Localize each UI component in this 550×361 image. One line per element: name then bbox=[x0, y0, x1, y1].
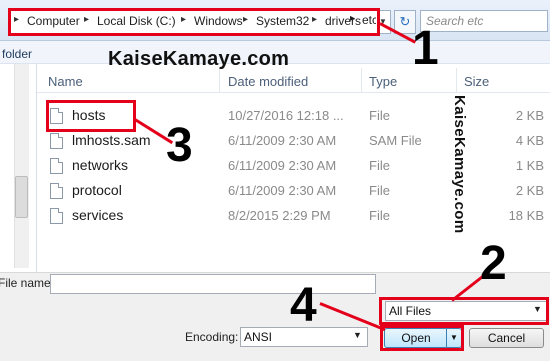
cancel-button[interactable]: Cancel bbox=[469, 328, 544, 348]
file-name: protocol bbox=[72, 182, 122, 198]
nav-scrollbar[interactable] bbox=[14, 64, 29, 268]
file-name: networks bbox=[72, 157, 129, 173]
file-date: 6/11/2009 2:30 AM bbox=[228, 158, 337, 173]
file-type: File bbox=[369, 108, 390, 123]
file-type: File bbox=[369, 158, 390, 173]
file-date: 6/11/2009 2:30 AM bbox=[228, 183, 337, 198]
file-icon bbox=[50, 208, 63, 224]
watermark-text-vertical: KaiseKamaye.com bbox=[451, 95, 468, 234]
encoding-value: ANSI bbox=[244, 330, 273, 344]
column-name[interactable]: Name bbox=[48, 74, 83, 89]
file-name-field[interactable] bbox=[50, 274, 376, 294]
file-date: 8/2/2015 2:29 PM bbox=[228, 208, 331, 223]
callout-number-1: 1 bbox=[412, 22, 439, 75]
column-divider[interactable] bbox=[456, 68, 457, 92]
file-icon bbox=[50, 158, 63, 174]
column-size[interactable]: Size bbox=[464, 74, 489, 89]
file-size: 2 KB bbox=[515, 108, 544, 123]
column-type[interactable]: Type bbox=[369, 74, 397, 89]
file-type: SAM File bbox=[369, 133, 422, 148]
file-row-networks[interactable]: networks 6/11/2009 2:30 AM File 1 KB bbox=[40, 155, 550, 179]
file-type: File bbox=[369, 183, 390, 198]
callout-box-filetype bbox=[379, 297, 549, 325]
column-divider[interactable] bbox=[219, 68, 220, 92]
file-name: lmhosts.sam bbox=[72, 132, 151, 148]
file-icon bbox=[50, 133, 63, 149]
file-name: services bbox=[72, 207, 124, 223]
file-row-services[interactable]: services 8/2/2015 2:29 PM File 18 KB bbox=[40, 205, 550, 229]
file-type: File bbox=[369, 208, 390, 223]
file-date: 10/27/2016 12:18 ... bbox=[228, 108, 344, 123]
callout-number-4: 4 bbox=[290, 279, 317, 332]
watermark-text: KaiseKamaye.com bbox=[108, 48, 290, 70]
file-icon bbox=[50, 183, 63, 199]
column-divider[interactable] bbox=[361, 68, 362, 92]
file-size: 2 KB bbox=[515, 183, 544, 198]
callout-box-hosts bbox=[46, 100, 136, 132]
file-size: 1 KB bbox=[515, 158, 544, 173]
chevron-down-icon[interactable]: ▼ bbox=[353, 330, 362, 340]
column-header-row: Name Date modified Type Size bbox=[37, 68, 550, 93]
callout-number-2: 2 bbox=[480, 237, 507, 290]
callout-box-address bbox=[8, 8, 380, 36]
file-row-lmhosts[interactable]: lmhosts.sam 6/11/2009 2:30 AM SAM File 4… bbox=[40, 130, 550, 154]
callout-number-3: 3 bbox=[166, 119, 193, 172]
file-row-protocol[interactable]: protocol 6/11/2009 2:30 AM File 2 KB bbox=[40, 180, 550, 204]
file-size: 18 KB bbox=[508, 208, 544, 223]
column-date[interactable]: Date modified bbox=[228, 74, 308, 89]
callout-box-open bbox=[380, 325, 464, 351]
file-name-label: File name: bbox=[0, 276, 55, 290]
file-date: 6/11/2009 2:30 AM bbox=[228, 133, 337, 148]
new-folder-button[interactable]: folder bbox=[2, 47, 32, 61]
file-size: 4 KB bbox=[515, 133, 544, 148]
nav-scrollbar-thumb[interactable] bbox=[15, 176, 28, 218]
encoding-label: Encoding: bbox=[185, 330, 239, 344]
search-input[interactable] bbox=[420, 10, 548, 32]
